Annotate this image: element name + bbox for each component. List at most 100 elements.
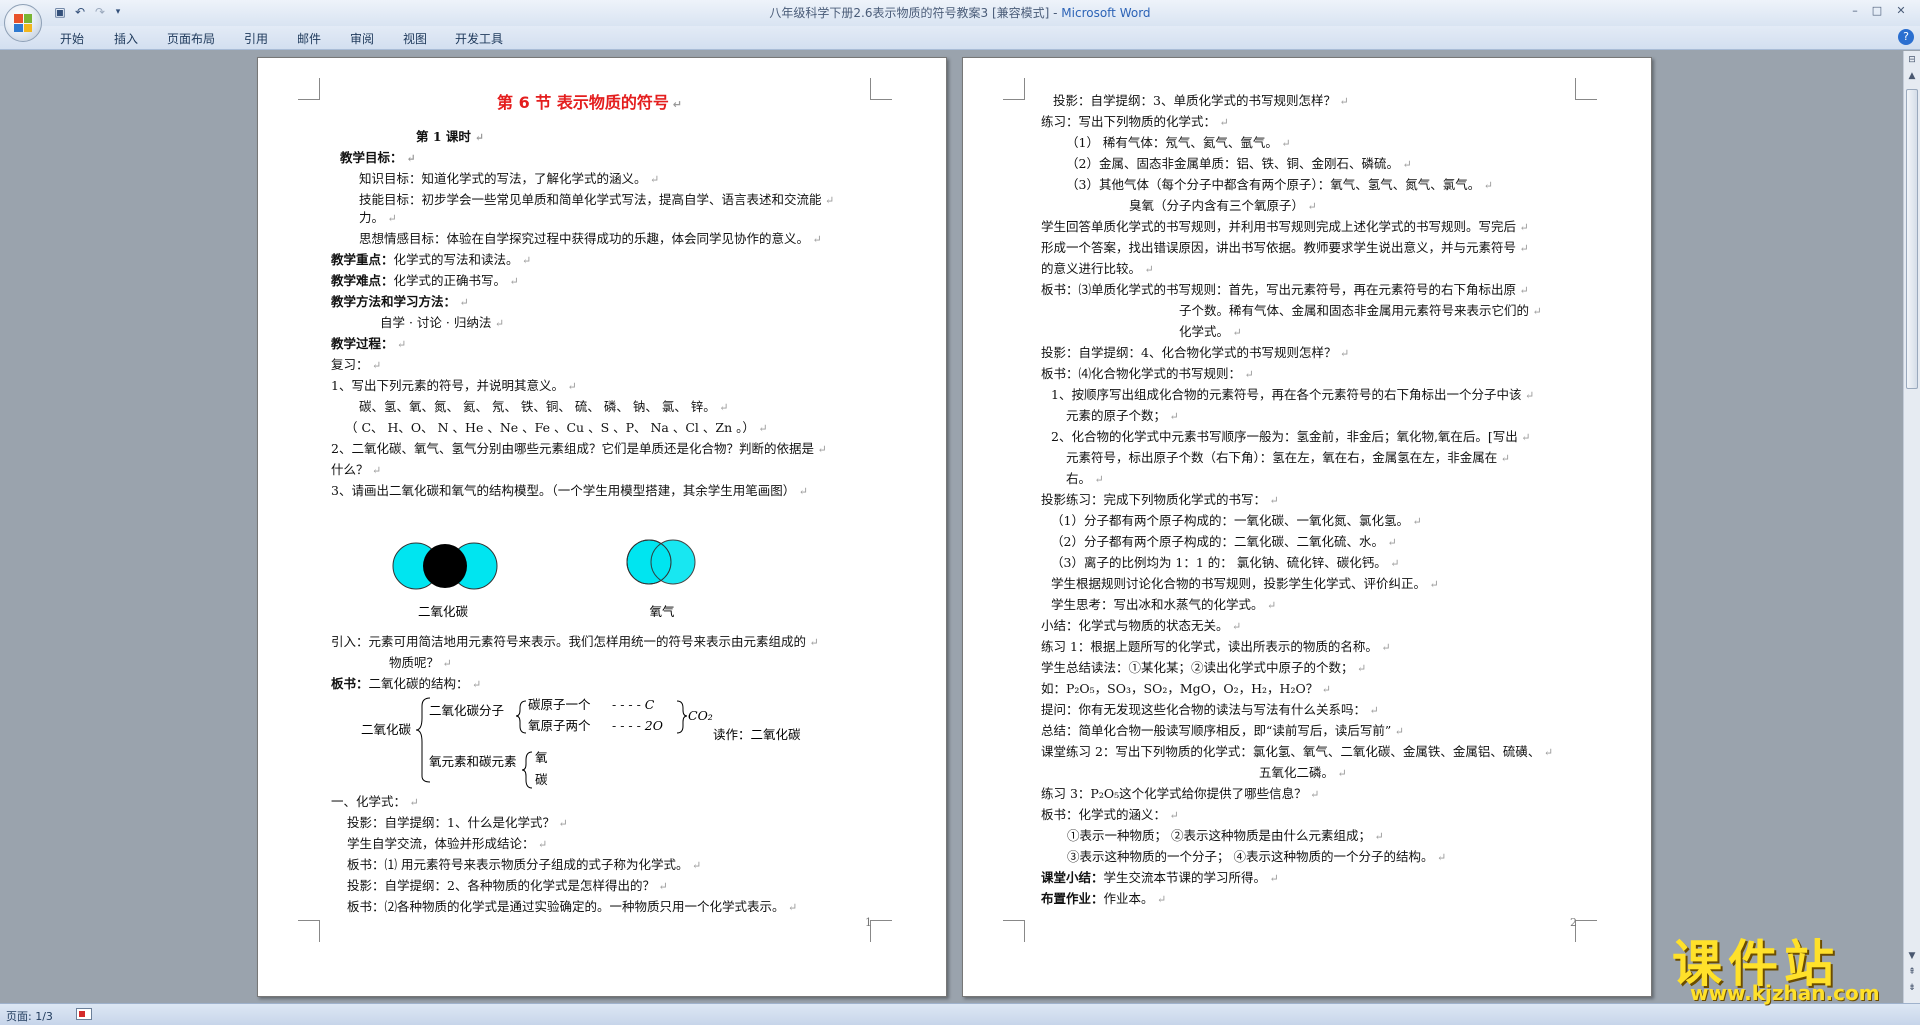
document-line: 学生回答单质化学式的书写规则，并利用书写规则完成上述化学式的书写规则。写完后 ↵ xyxy=(1041,219,1529,234)
document-line: 子个数。稀有气体、金属和固态非金属用元素符号来表示它们的 ↵ xyxy=(1179,303,1542,318)
document-line: （1） 稀有气体：氖气、氦气、氩气。 ↵ xyxy=(1066,135,1291,150)
diagram-c-atom: 碳原子一个 xyxy=(528,697,591,712)
document-line: 板书：⑷化合物化学式的书写规则： ↵ xyxy=(1041,366,1254,381)
document-line: 课堂练习 2：写出下列物质的化学式：氯化氢、氧气、二氧化碳、金属铁、金属铝、硫磺… xyxy=(1041,744,1554,759)
paragraph-mark-icon: ↵ xyxy=(1497,452,1510,465)
title-bar: 八年级科学下册2.6表示物质的符号教案3 [兼容模式] - Microsoft … xyxy=(0,0,1920,26)
co2-model-label: 二氧化碳 xyxy=(418,604,469,619)
tab-mailings[interactable]: 邮件 xyxy=(297,30,321,47)
undo-icon[interactable]: ↶ xyxy=(72,4,88,20)
vertical-scrollbar[interactable]: ⊟ ▲ ▼ ⇞ ⇟ xyxy=(1903,51,1920,1003)
document-line: 投影：自学提纲：3、单质化学式的书写规则怎样？ ↵ xyxy=(1053,93,1349,108)
tab-view[interactable]: 视图 xyxy=(403,30,427,47)
document-line: 形成一个答案，找出错误原因，讲出书写依据。教师要求学生说出意义，并与元素符号 ↵ xyxy=(1041,240,1529,255)
document-line: 练习 3：P₂O₅这个化学式给你提供了哪些信息？ ↵ xyxy=(1041,786,1320,801)
document-line: ①表示一种物质； ②表示这种物质是由什么元素组成； ↵ xyxy=(1067,828,1384,843)
document-line: 总结：简单化合物一般读写顺序相反，即“读前写后，读后写前” ↵ xyxy=(1041,723,1405,738)
document-line: 元素符号，标出原子个数（右下角）：氢在左，氧在右，金属氢在左，非金属在 ↵ xyxy=(1066,450,1510,465)
paragraph-mark-icon: ↵ xyxy=(1229,326,1242,339)
document-page-2[interactable]: 投影：自学提纲：3、单质化学式的书写规则怎样？ ↵ 练习：写出下列物质的化学式： … xyxy=(962,57,1652,997)
tab-insert[interactable]: 插入 xyxy=(114,30,138,47)
paragraph-mark-icon: ↵ xyxy=(1166,809,1179,822)
document-line: 课堂小结：学生交流本节课的学习所得。 ↵ xyxy=(1041,869,1279,888)
paragraph-mark-icon: ↵ xyxy=(1277,137,1291,150)
paragraph-mark-icon: ↵ xyxy=(1266,872,1279,885)
tab-home[interactable]: 开始 xyxy=(60,30,84,47)
document-line: 学生思考：写出冰和水蒸气的化学式。 ↵ xyxy=(1051,597,1277,612)
tab-references[interactable]: 引用 xyxy=(244,30,268,47)
diagram-brace-main xyxy=(415,697,431,783)
crop-mark xyxy=(1003,78,1025,100)
paragraph-mark-icon: ↵ xyxy=(1377,641,1391,654)
proofing-icon[interactable] xyxy=(76,1008,92,1020)
minimize-icon[interactable]: – xyxy=(1846,3,1864,19)
document-line: 板书：化学式的涵义： ↵ xyxy=(1041,807,1179,822)
oxygen-atom-b xyxy=(650,539,696,585)
page-count[interactable]: 页面: 1/3 xyxy=(6,1008,53,1024)
document-line: ③表示这种物质的一个分子； ④表示这种物质的一个分子的结构。 ↵ xyxy=(1067,849,1447,864)
office-logo-icon xyxy=(14,14,32,32)
scroll-thumb[interactable] xyxy=(1906,89,1918,389)
diagram-molecule: 二氧化碳分子 xyxy=(429,703,504,718)
tab-page-layout[interactable]: 页面布局 xyxy=(167,30,215,47)
page-number: 2 xyxy=(1570,916,1577,929)
ruler-toggle-icon[interactable]: ⊟ xyxy=(1905,53,1919,67)
help-icon[interactable]: ? xyxy=(1898,29,1914,45)
paragraph-mark-icon: ↵ xyxy=(1334,767,1347,780)
document-line: （3）离子的比例均为 1：1 的： 氯化钠、硫化锌、碳化钙。 ↵ xyxy=(1051,555,1400,570)
document-page-1[interactable]: 第 6 节 表示物质的符号 ↵ 第 1 课时 ↵ 教学目标： ↵ 知识目标：知道化学式… xyxy=(257,57,947,997)
paragraph-mark-icon: ↵ xyxy=(1391,725,1405,738)
document-line: （3）其他气体（每个分子中都含有两个原子）：氧气、氢气、氮气、氯气。 ↵ xyxy=(1066,177,1493,192)
site-watermark: 课件站 www.kjzhan.com xyxy=(1668,924,1904,1005)
line-lead: 布置作业： xyxy=(1041,891,1104,906)
paragraph-mark-icon: ↵ xyxy=(1141,263,1154,276)
paragraph-mark-icon: ↵ xyxy=(1241,368,1254,381)
document-line: 练习：写出下列物质的化学式： ↵ xyxy=(1041,114,1229,129)
paragraph-mark-icon: ↵ xyxy=(1228,620,1242,633)
diagram-brace-right xyxy=(676,700,688,734)
paragraph-mark-icon: ↵ xyxy=(1153,893,1167,906)
scroll-up-icon[interactable]: ▲ xyxy=(1905,69,1919,83)
diagram-reading: 读作：二氧化碳 xyxy=(713,727,801,742)
save-icon[interactable]: ▣ xyxy=(52,4,68,20)
paragraph-mark-icon: ↵ xyxy=(1263,599,1277,612)
document-line: 练习 1：根据上题所写的化学式，读出所表示的物质的名称。 ↵ xyxy=(1041,639,1391,654)
diagram-elements: 氧元素和碳元素 xyxy=(429,754,517,769)
page-number: 1 xyxy=(865,916,872,929)
next-page-icon[interactable]: ⇟ xyxy=(1905,981,1919,995)
office-button[interactable] xyxy=(4,4,42,42)
tab-developer[interactable]: 开发工具 xyxy=(455,30,503,47)
document-line: （2）分子都有两个原子构成的：二氧化碳、二氧化硫、水。 ↵ xyxy=(1051,534,1397,549)
line-rest: 学生交流本节课的学习所得。 xyxy=(1103,870,1267,885)
paragraph-mark-icon: ↵ xyxy=(1516,221,1529,234)
document-line: 的意义进行比较。 ↵ xyxy=(1041,261,1154,276)
maximize-icon[interactable]: □ xyxy=(1868,3,1886,19)
paragraph-mark-icon: ↵ xyxy=(1335,95,1349,108)
paragraph-mark-icon: ↵ xyxy=(1216,116,1229,129)
paragraph-mark-icon: ↵ xyxy=(1166,410,1179,423)
paragraph-mark-icon: ↵ xyxy=(1353,662,1367,675)
tab-review[interactable]: 审阅 xyxy=(350,30,374,47)
paragraph-mark-icon: ↵ xyxy=(1517,431,1531,444)
paragraph-mark-icon: ↵ xyxy=(1383,536,1397,549)
document-line: 臭氧（分子内含有三个氧原子） ↵ xyxy=(1129,198,1317,213)
diagram-brace-atoms xyxy=(515,700,527,734)
paragraph-mark-icon: ↵ xyxy=(1398,158,1412,171)
carbon-atom xyxy=(423,544,467,588)
status-bar: 页面: 1/3 xyxy=(0,1003,1920,1025)
paragraph-mark-icon: ↵ xyxy=(1366,704,1379,717)
close-icon[interactable]: ✕ xyxy=(1892,3,1910,19)
window-title: 八年级科学下册2.6表示物质的符号教案3 [兼容模式] - Microsoft … xyxy=(769,6,1151,20)
previous-page-icon[interactable]: ⇞ xyxy=(1905,965,1919,979)
document-line: 提问：你有无发现这些化合物的读法与写法有什么关系吗： ↵ xyxy=(1041,702,1379,717)
paragraph-mark-icon: ↵ xyxy=(1336,347,1350,360)
paragraph-mark-icon: ↵ xyxy=(1266,494,1279,507)
customize-toolbar-icon[interactable]: ▾ xyxy=(110,4,126,20)
paragraph-mark-icon: ↵ xyxy=(1529,305,1542,318)
document-line: 元素的原子个数； ↵ xyxy=(1066,408,1179,423)
diagram-element-c: 碳 xyxy=(535,772,548,787)
scroll-down-icon[interactable]: ▼ xyxy=(1905,949,1919,963)
crop-mark xyxy=(1003,920,1025,942)
redo-icon[interactable]: ↷ xyxy=(92,4,108,20)
document-line: 小结：化学式与物质的状态无关。 ↵ xyxy=(1041,618,1242,633)
